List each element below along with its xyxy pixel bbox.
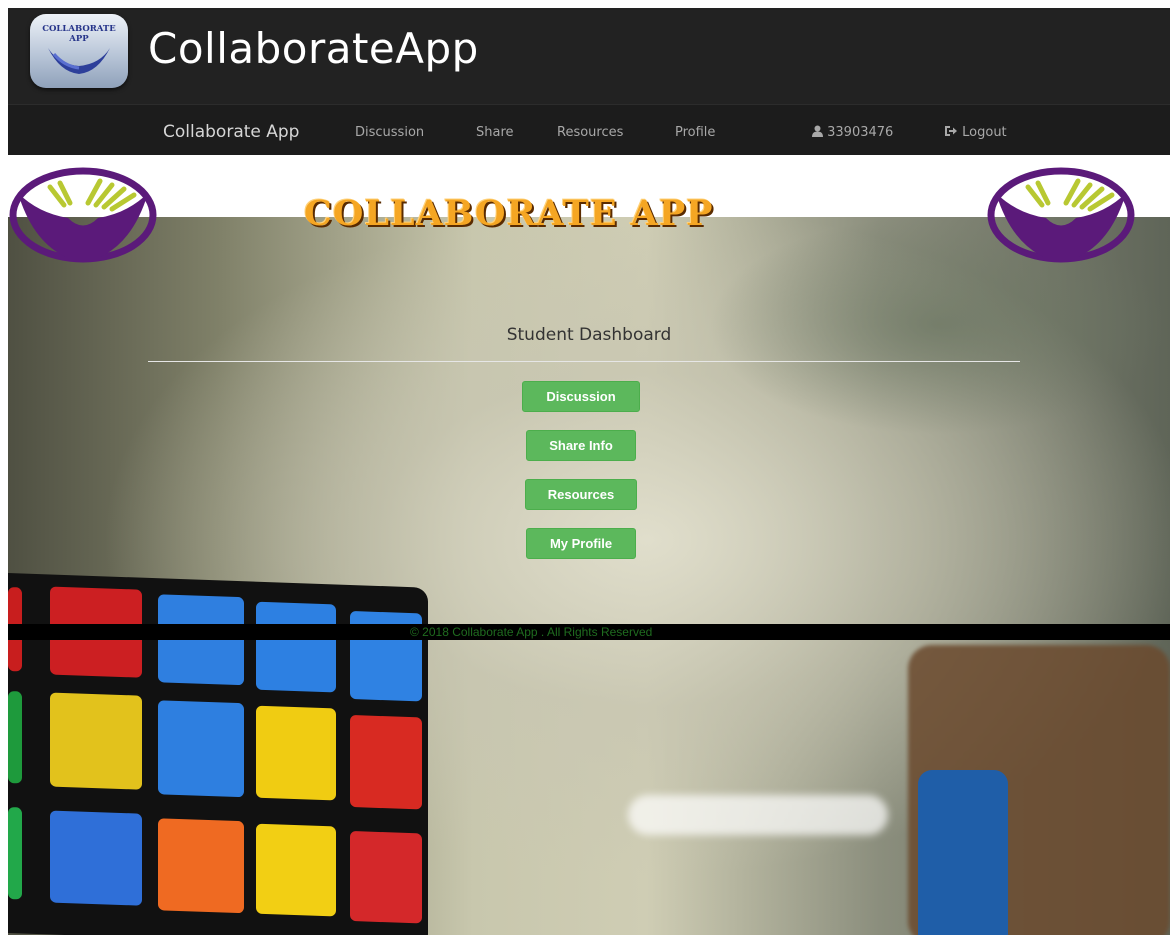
user-icon	[812, 125, 823, 137]
top-navbar: Collaborate App Discussion Share Resourc…	[8, 104, 1170, 156]
logout-label: Logout	[962, 125, 1007, 140]
main-hero: COLLABORATE APP Student Dashboard Discus…	[8, 155, 1170, 935]
app-banner: COLLABORATE APP	[304, 193, 714, 234]
app-titlebar: COLLABORATE APP CollaborateApp	[8, 8, 1170, 104]
nav-link-share[interactable]: Share	[476, 125, 514, 140]
right-hands-logo-icon	[987, 167, 1135, 263]
discussion-button[interactable]: Discussion	[522, 381, 640, 412]
hands-logo-icon	[48, 48, 110, 74]
nav-link-discussion[interactable]: Discussion	[355, 125, 424, 140]
navbar-brand[interactable]: Collaborate App	[163, 122, 299, 142]
share-info-button[interactable]: Share Info	[526, 430, 636, 461]
nav-link-resources[interactable]: Resources	[557, 125, 623, 140]
app-title: CollaborateApp	[148, 24, 479, 73]
dashboard-title: Student Dashboard	[506, 325, 672, 345]
footer-bar: © 2018 Collaborate App . All Rights Rese…	[8, 624, 1170, 640]
app-icon: COLLABORATE APP	[30, 14, 128, 88]
left-hands-logo-icon	[9, 167, 157, 263]
logout-link[interactable]: Logout	[944, 125, 1007, 140]
footer-text: © 2018 Collaborate App . All Rights Rese…	[410, 625, 653, 639]
nav-link-profile[interactable]: Profile	[675, 125, 715, 140]
my-profile-button[interactable]: My Profile	[526, 528, 636, 559]
sign-out-icon	[945, 126, 957, 136]
divider	[148, 361, 1020, 362]
user-id: 33903476	[827, 125, 894, 140]
resources-button[interactable]: Resources	[525, 479, 637, 510]
nav-user[interactable]: 33903476	[812, 125, 893, 140]
